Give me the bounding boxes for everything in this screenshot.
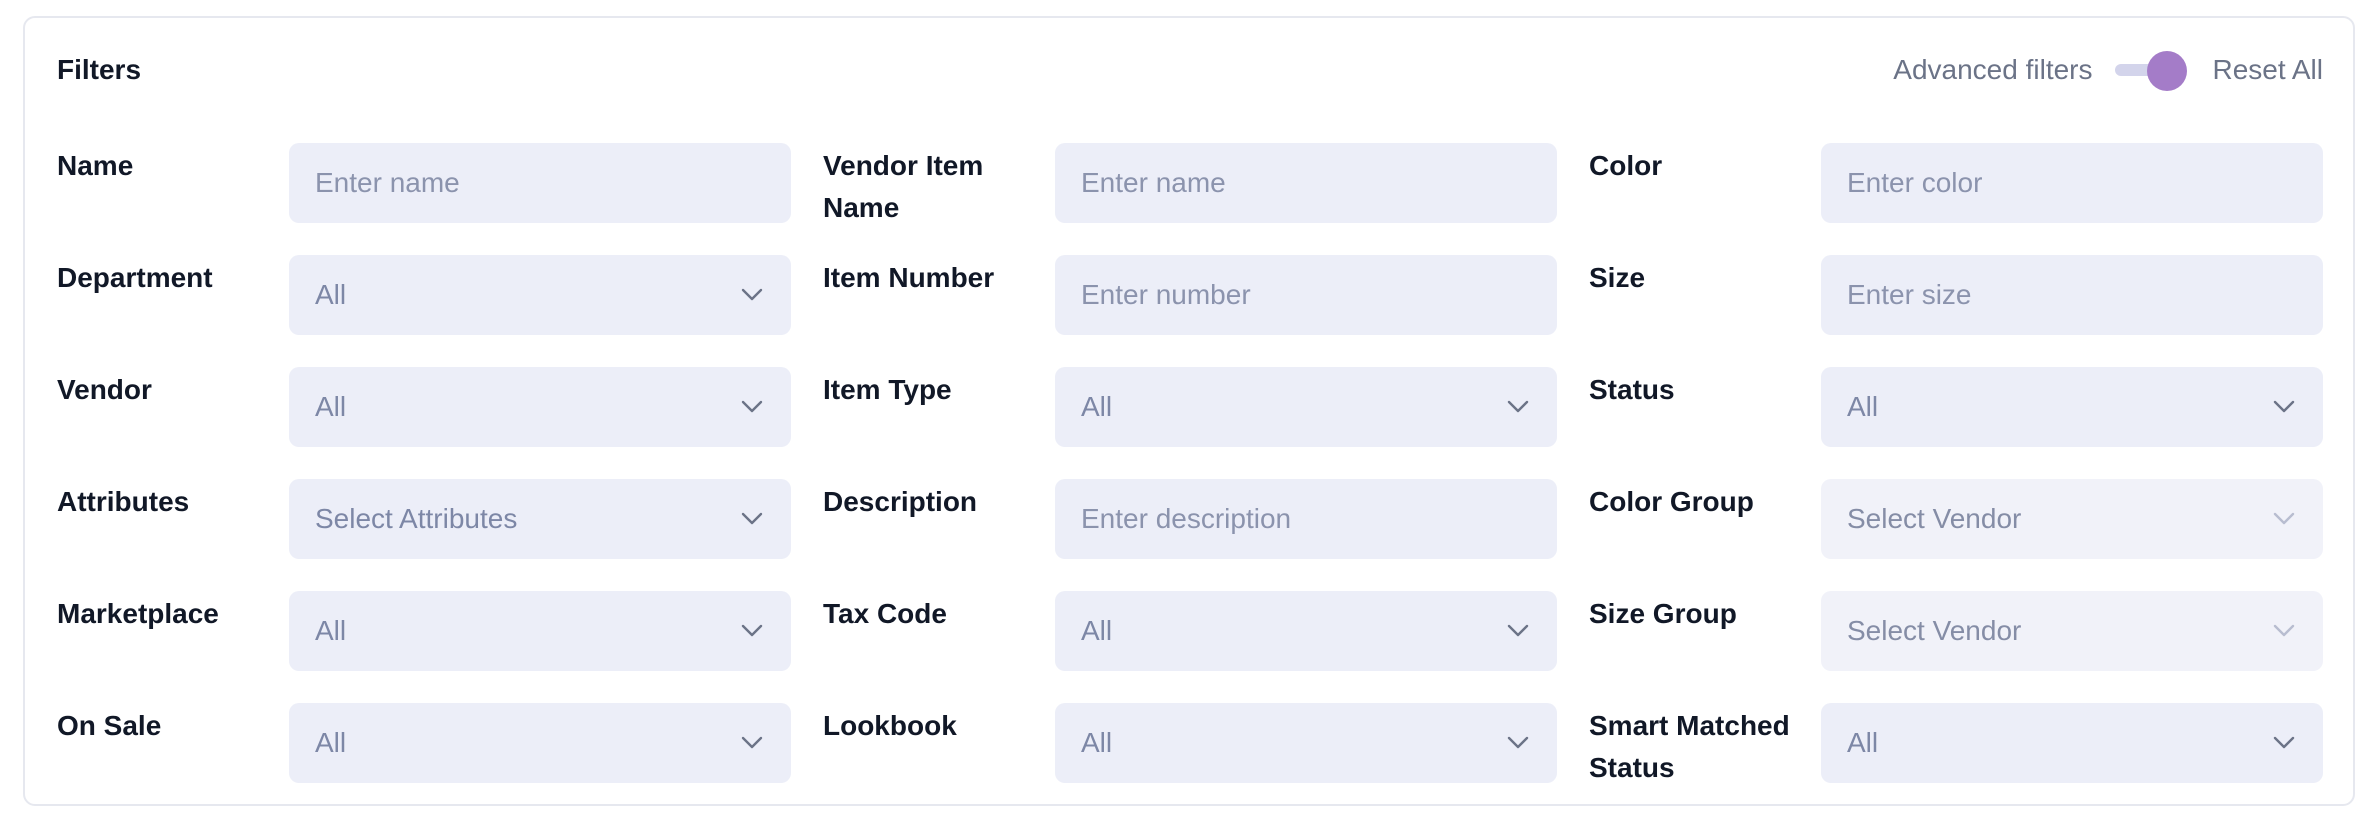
color-input[interactable] <box>1821 143 2323 223</box>
department-select-value: All <box>315 279 347 310</box>
color-group-select: Select Vendor <box>1821 479 2323 559</box>
on-sale-label: On Sale <box>57 710 162 741</box>
name-input[interactable] <box>289 143 791 223</box>
lookbook-label: Lookbook <box>823 710 957 741</box>
filters-title: Filters <box>57 54 142 85</box>
marketplace-select[interactable]: All <box>289 591 791 671</box>
filter-tax-code: Tax Code All <box>823 573 1589 685</box>
attributes-select[interactable]: Select Attributes <box>289 479 791 559</box>
filter-smart-matched-status: Smart Matched Status All <box>1589 685 2325 797</box>
on-sale-select-value: All <box>315 727 347 758</box>
tax-code-label: Tax Code <box>823 598 947 629</box>
item-type-select-value: All <box>1081 391 1113 422</box>
chevron-down-icon <box>739 282 765 308</box>
marketplace-label: Marketplace <box>57 598 219 629</box>
advanced-filters-toggle[interactable] <box>2109 48 2193 92</box>
size-label: Size <box>1589 262 1646 293</box>
filter-size: Size <box>1589 237 2325 349</box>
filter-row: Marketplace All Tax Code All Size Group Selec… <box>57 573 2325 685</box>
filter-marketplace: Marketplace All <box>57 573 823 685</box>
advanced-filters-label: Advanced filters <box>1893 54 2093 85</box>
filter-on-sale: On Sale All <box>57 685 823 797</box>
filter-item-type: Item Type All <box>823 349 1589 461</box>
filter-color: Color <box>1589 125 2325 237</box>
color-group-select-value: Select Vendor <box>1847 503 2022 534</box>
item-type-label: Item Type <box>823 374 952 405</box>
filter-row: On Sale All Lookbook All Smart Matched Statu… <box>57 685 2325 797</box>
filter-color-group: Color Group Select Vendor <box>1589 461 2325 573</box>
filter-row: Vendor All Item Type All Status All <box>57 349 2325 461</box>
size-group-label: Size Group <box>1589 598 1737 629</box>
department-label: Department <box>57 262 213 293</box>
item-type-select[interactable]: All <box>1055 367 1557 447</box>
attributes-label: Attributes <box>57 486 190 517</box>
lookbook-select[interactable]: All <box>1055 703 1557 783</box>
filter-department: Department All <box>57 237 823 349</box>
vendor-item-name-label: Vendor Item Name <box>823 150 984 223</box>
filter-attributes: Attributes Select Attributes <box>57 461 823 573</box>
filter-row: Name Vendor Item Name Color <box>57 125 2325 237</box>
filter-vendor-item-name: Vendor Item Name <box>823 125 1589 237</box>
tax-code-select-value: All <box>1081 615 1113 646</box>
lookbook-select-value: All <box>1081 727 1113 758</box>
chevron-down-icon <box>2271 394 2297 420</box>
chevron-down-icon <box>739 730 765 756</box>
filter-size-group: Size Group Select Vendor <box>1589 573 2325 685</box>
filter-item-number: Item Number <box>823 237 1589 349</box>
filter-row: Attributes Select Attributes Description Co… <box>57 461 2325 573</box>
vendor-select[interactable]: All <box>289 367 791 447</box>
filter-name: Name <box>57 125 823 237</box>
status-select-value: All <box>1847 391 1879 422</box>
chevron-down-icon <box>1505 730 1531 756</box>
status-select[interactable]: All <box>1821 367 2323 447</box>
filter-vendor: Vendor All <box>57 349 823 461</box>
description-label: Description <box>823 486 978 517</box>
vendor-select-value: All <box>315 391 347 422</box>
size-input[interactable] <box>1821 255 2323 335</box>
size-group-select: Select Vendor <box>1821 591 2323 671</box>
chevron-down-icon <box>2271 506 2297 532</box>
smart-matched-status-select-value: All <box>1847 727 1879 758</box>
filters-grid: NameVendor Item NameColorDepartmentAllIt… <box>57 125 2325 797</box>
name-label: Name <box>57 150 134 181</box>
attributes-select-value: Select Attributes <box>315 503 518 534</box>
chevron-down-icon <box>739 394 765 420</box>
filter-row: Department All Item Number Size <box>57 237 2325 349</box>
toggle-knob <box>2146 51 2187 91</box>
vendor-item-name-input[interactable] <box>1055 143 1557 223</box>
item-number-input[interactable] <box>1055 255 1557 335</box>
reset-all-button[interactable]: Reset All <box>2213 54 2324 86</box>
color-group-label: Color Group <box>1589 486 1754 517</box>
smart-matched-status-label: Smart Matched Status <box>1589 710 1790 783</box>
chevron-down-icon <box>1505 618 1531 644</box>
marketplace-select-value: All <box>315 615 347 646</box>
chevron-down-icon <box>2271 730 2297 756</box>
vendor-label: Vendor <box>57 374 152 405</box>
smart-matched-status-select[interactable]: All <box>1821 703 2323 783</box>
size-group-select-value: Select Vendor <box>1847 615 2022 646</box>
tax-code-select[interactable]: All <box>1055 591 1557 671</box>
chevron-down-icon <box>739 506 765 532</box>
chevron-down-icon <box>2271 618 2297 644</box>
filters-panel: Filters Advanced filters Reset All Name V… <box>23 16 2355 806</box>
status-label: Status <box>1589 374 1675 405</box>
filter-description: Description <box>823 461 1589 573</box>
filters-header: Filters Advanced filters Reset All <box>57 48 2323 92</box>
header-actions: Advanced filters Reset All <box>1893 48 2323 92</box>
filter-lookbook: Lookbook All <box>823 685 1589 797</box>
color-label: Color <box>1589 150 1663 181</box>
on-sale-select[interactable]: All <box>289 703 791 783</box>
chevron-down-icon <box>1505 394 1531 420</box>
description-input[interactable] <box>1055 479 1557 559</box>
filter-status: Status All <box>1589 349 2325 461</box>
item-number-label: Item Number <box>823 262 995 293</box>
department-select[interactable]: All <box>289 255 791 335</box>
chevron-down-icon <box>739 618 765 644</box>
